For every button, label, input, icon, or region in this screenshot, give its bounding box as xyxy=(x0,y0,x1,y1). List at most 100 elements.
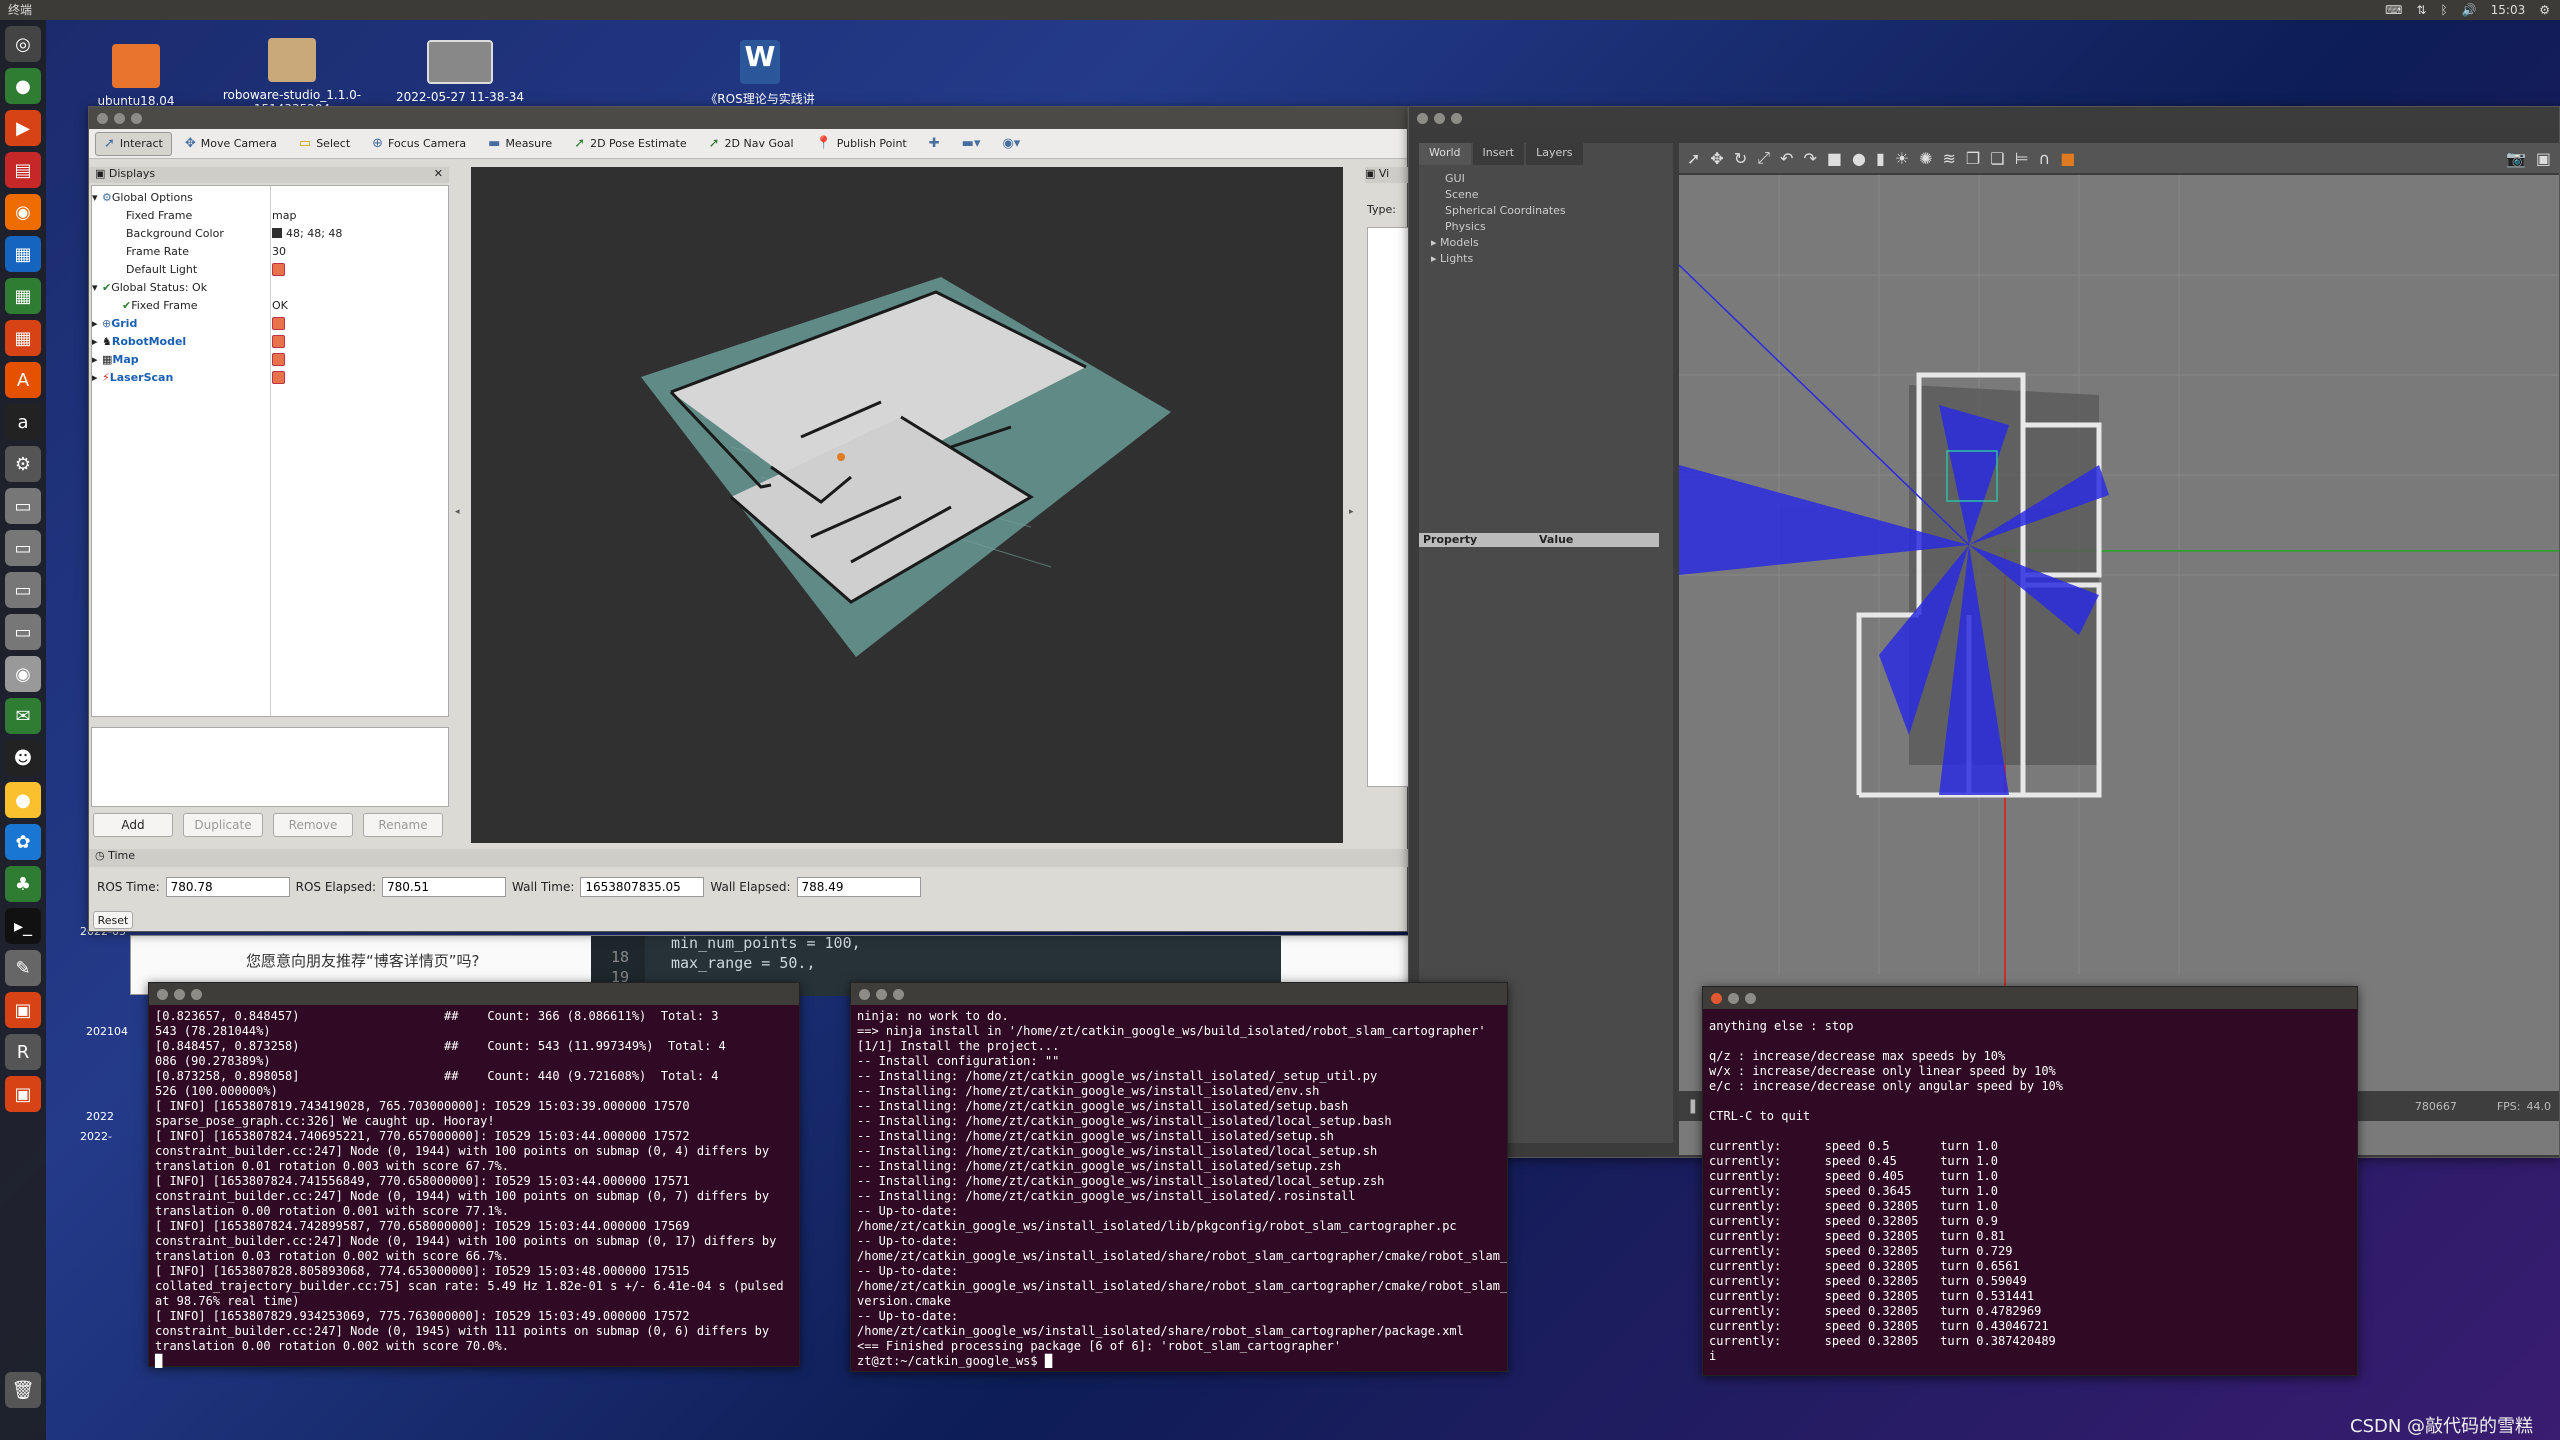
interact-tool[interactable]: ➚ Interact xyxy=(95,131,172,156)
world-item-gui[interactable]: GUI xyxy=(1431,171,1661,187)
world-item-models[interactable]: ▸ Models xyxy=(1431,235,1661,251)
nav-goal-tool[interactable]: ➚ 2D Nav Goal xyxy=(700,132,803,156)
undo-icon[interactable]: ↶ xyxy=(1780,149,1793,168)
snap-icon[interactable]: ∩ xyxy=(2039,149,2051,168)
publish-point-tool[interactable]: 📍 Publish Point xyxy=(807,132,916,156)
close-button[interactable] xyxy=(157,988,168,1000)
amazon-icon[interactable]: a xyxy=(5,404,41,440)
close-button[interactable] xyxy=(859,988,870,1000)
app-icon[interactable]: ● xyxy=(5,782,41,818)
measure-tool[interactable]: ▬ Measure xyxy=(479,132,561,156)
add-tool-button[interactable]: ✚ xyxy=(920,132,949,156)
default-light-checkbox[interactable] xyxy=(272,262,285,276)
desktop-file-roboware[interactable]: roboware-studio_1.1.0-1514335284 xyxy=(222,38,362,116)
desktop-folder-ubuntu[interactable]: ubuntu18.04 xyxy=(66,44,206,108)
app-icon[interactable]: ♣ xyxy=(5,866,41,902)
laserscan-checkbox[interactable] xyxy=(272,370,285,384)
add-display-button[interactable]: Add xyxy=(93,813,173,837)
terminal-icon[interactable]: ▸_ xyxy=(5,908,41,944)
calc-icon[interactable]: ▦ xyxy=(5,278,41,314)
copy-icon[interactable]: ❐ xyxy=(1966,149,1980,168)
dash-icon[interactable]: ◎ xyxy=(5,26,41,62)
collapse-left-icon[interactable]: ◂ xyxy=(455,507,460,517)
firefox-icon[interactable]: ◉ xyxy=(5,194,41,230)
keyboard-icon[interactable]: ⌨ xyxy=(2385,0,2402,20)
translate-icon[interactable]: ✥ xyxy=(1710,149,1723,168)
package-icon[interactable]: ▣ xyxy=(5,992,41,1028)
spot-light-icon[interactable]: ✺ xyxy=(1919,149,1932,168)
reset-button[interactable]: Reset xyxy=(93,911,133,929)
clock[interactable]: 15:03 xyxy=(2491,0,2526,20)
maximize-button[interactable] xyxy=(1745,992,1756,1004)
world-item-spherical[interactable]: Spherical Coordinates xyxy=(1431,203,1661,219)
minimize-button[interactable] xyxy=(1434,112,1445,124)
settings-icon[interactable]: ⚙ xyxy=(5,446,41,482)
close-button[interactable] xyxy=(97,112,108,124)
volume-icon[interactable]: 🔊 xyxy=(2462,0,2477,20)
duplicate-display-button[interactable]: Duplicate xyxy=(183,813,263,837)
minimize-button[interactable] xyxy=(876,988,887,1000)
close-panel-icon[interactable]: ✕ xyxy=(434,167,443,180)
app-icon[interactable]: ✿ xyxy=(5,824,41,860)
package-icon[interactable]: ▣ xyxy=(5,1076,41,1112)
rviz-icon[interactable]: R xyxy=(5,1034,41,1070)
wall-time-field[interactable] xyxy=(580,877,705,897)
focus-camera-tool[interactable]: ⊕ Focus Camera xyxy=(363,132,475,156)
grid-checkbox[interactable] xyxy=(272,316,285,330)
box-icon[interactable]: ■ xyxy=(1827,149,1842,168)
world-item-scene[interactable]: Scene xyxy=(1431,187,1661,203)
maximize-button[interactable] xyxy=(893,988,904,1000)
sphere-icon[interactable]: ● xyxy=(1852,149,1866,168)
trash-icon[interactable]: 🗑 xyxy=(5,1372,41,1408)
desktop-file-doc[interactable]: W 《ROS理论与实践讲 xyxy=(690,40,830,107)
move-camera-tool[interactable]: ✥ Move Camera xyxy=(176,132,286,156)
settings-gear-icon[interactable]: ⚙ xyxy=(2539,0,2550,20)
record-icon[interactable]: ▣ xyxy=(2536,149,2551,168)
minimize-button[interactable] xyxy=(174,988,185,1000)
sun-icon[interactable]: ☀ xyxy=(1895,149,1909,168)
app-icon[interactable]: ▤ xyxy=(5,152,41,188)
network-icon[interactable]: ⇅ xyxy=(2416,0,2426,20)
minimize-button[interactable] xyxy=(1728,992,1739,1004)
minimize-button[interactable] xyxy=(114,112,125,124)
drive-icon[interactable]: ▭ xyxy=(5,488,41,524)
cylinder-icon[interactable]: ▮ xyxy=(1876,149,1885,168)
select-mode-icon[interactable]: ➚ xyxy=(1687,149,1700,168)
ros-time-field[interactable] xyxy=(165,877,290,897)
rotate-icon[interactable]: ↻ xyxy=(1734,149,1747,168)
select-tool[interactable]: ▭ Select xyxy=(290,132,359,156)
scale-icon[interactable]: ⤢ xyxy=(1757,148,1770,168)
paste-icon[interactable]: ❏ xyxy=(1990,149,2004,168)
rviz-3d-viewport[interactable] xyxy=(471,167,1343,843)
ros-elapsed-field[interactable] xyxy=(382,877,507,897)
impress-icon[interactable]: ▦ xyxy=(5,320,41,356)
terminal-cartographer-log[interactable]: [0.823657, 0.848457) ## Count: 366 (8.08… xyxy=(148,982,800,1368)
maximize-button[interactable] xyxy=(191,988,202,1000)
maximize-button[interactable] xyxy=(1451,112,1462,124)
map-checkbox[interactable] xyxy=(272,352,285,366)
editor-icon[interactable]: ✎ xyxy=(5,950,41,986)
terminal-build-output[interactable]: ninja: no work to do. ==> ninja install … xyxy=(850,982,1508,1372)
drive-icon[interactable]: ▭ xyxy=(5,614,41,650)
tab-layers[interactable]: Layers xyxy=(1526,143,1583,165)
wall-elapsed-field[interactable] xyxy=(796,877,921,897)
close-button[interactable] xyxy=(1417,112,1428,124)
collapse-right-icon[interactable]: ▸ xyxy=(1349,507,1354,517)
pose-estimate-tool[interactable]: ➚ 2D Pose Estimate xyxy=(565,132,695,156)
align-icon[interactable]: ⊨ xyxy=(2015,149,2029,168)
dvd-icon[interactable]: ◉ xyxy=(5,656,41,692)
bluetooth-icon[interactable]: ᛒ xyxy=(2440,0,2447,20)
color-icon[interactable]: ■ xyxy=(2060,149,2075,168)
qq-icon[interactable]: ☻ xyxy=(5,740,41,776)
dir-light-icon[interactable]: ≋ xyxy=(1943,149,1956,168)
system-tray[interactable]: ⌨ ⇅ ᛒ 🔊 15:03 ⚙ xyxy=(2385,0,2550,20)
remove-tool-button[interactable]: ▬▾ xyxy=(953,132,990,156)
writer-icon[interactable]: ▦ xyxy=(5,236,41,272)
camera-type-button[interactable]: ◉▾ xyxy=(993,132,1029,156)
maximize-button[interactable] xyxy=(131,112,142,124)
tab-insert[interactable]: Insert xyxy=(1472,143,1525,165)
drive-icon[interactable]: ▭ xyxy=(5,530,41,566)
software-center-icon[interactable]: A xyxy=(5,362,41,398)
drive-icon[interactable]: ▭ xyxy=(5,572,41,608)
screenshot-icon[interactable]: 📷 xyxy=(2506,149,2526,168)
